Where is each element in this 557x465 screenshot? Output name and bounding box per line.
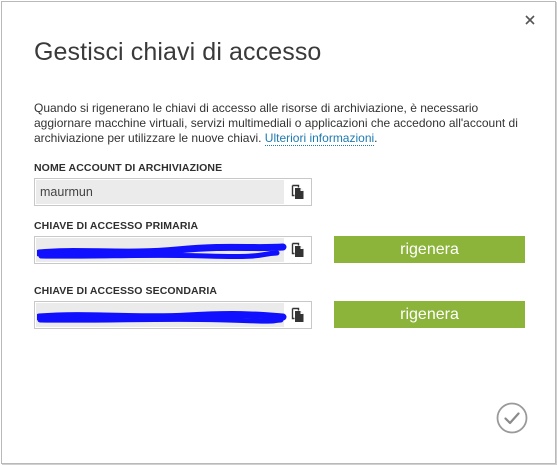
copy-icon (291, 307, 304, 322)
manage-access-keys-dialog: Gestisci chiavi di accesso Quando si rig… (1, 1, 556, 464)
description-end: . (374, 131, 378, 145)
dialog-description: Quando si rigenerano le chiavi di access… (34, 101, 534, 146)
checkmark-circle-icon[interactable] (496, 402, 528, 434)
redaction-scribble (37, 243, 287, 260)
primary-key-value (36, 238, 287, 262)
more-info-link[interactable]: Ulteriori informazioni (264, 131, 375, 146)
copy-icon (291, 184, 304, 199)
copy-secondary-key-button[interactable] (285, 302, 311, 328)
copy-primary-key-button[interactable] (285, 237, 311, 263)
account-name-field: maurmun (34, 178, 312, 206)
secondary-key-label: CHIAVE DI ACCESSO SECONDARIA (34, 285, 218, 297)
close-icon[interactable] (522, 12, 538, 28)
redaction-scribble (37, 310, 287, 324)
copy-icon (291, 242, 304, 257)
primary-key-field (34, 236, 312, 264)
account-name-label: NOME ACCOUNT DI ARCHIVIAZIONE (34, 162, 223, 174)
secondary-key-value (36, 303, 287, 327)
primary-key-label: CHIAVE DI ACCESSO PRIMARIA (34, 220, 199, 232)
regenerate-secondary-key-button[interactable]: rigenera (334, 301, 525, 328)
regenerate-primary-key-button[interactable]: rigenera (334, 236, 525, 263)
account-name-value: maurmun (36, 180, 284, 204)
dialog-title: Gestisci chiavi di accesso (34, 38, 322, 66)
copy-account-name-button[interactable] (285, 179, 311, 205)
secondary-key-field (34, 301, 312, 329)
